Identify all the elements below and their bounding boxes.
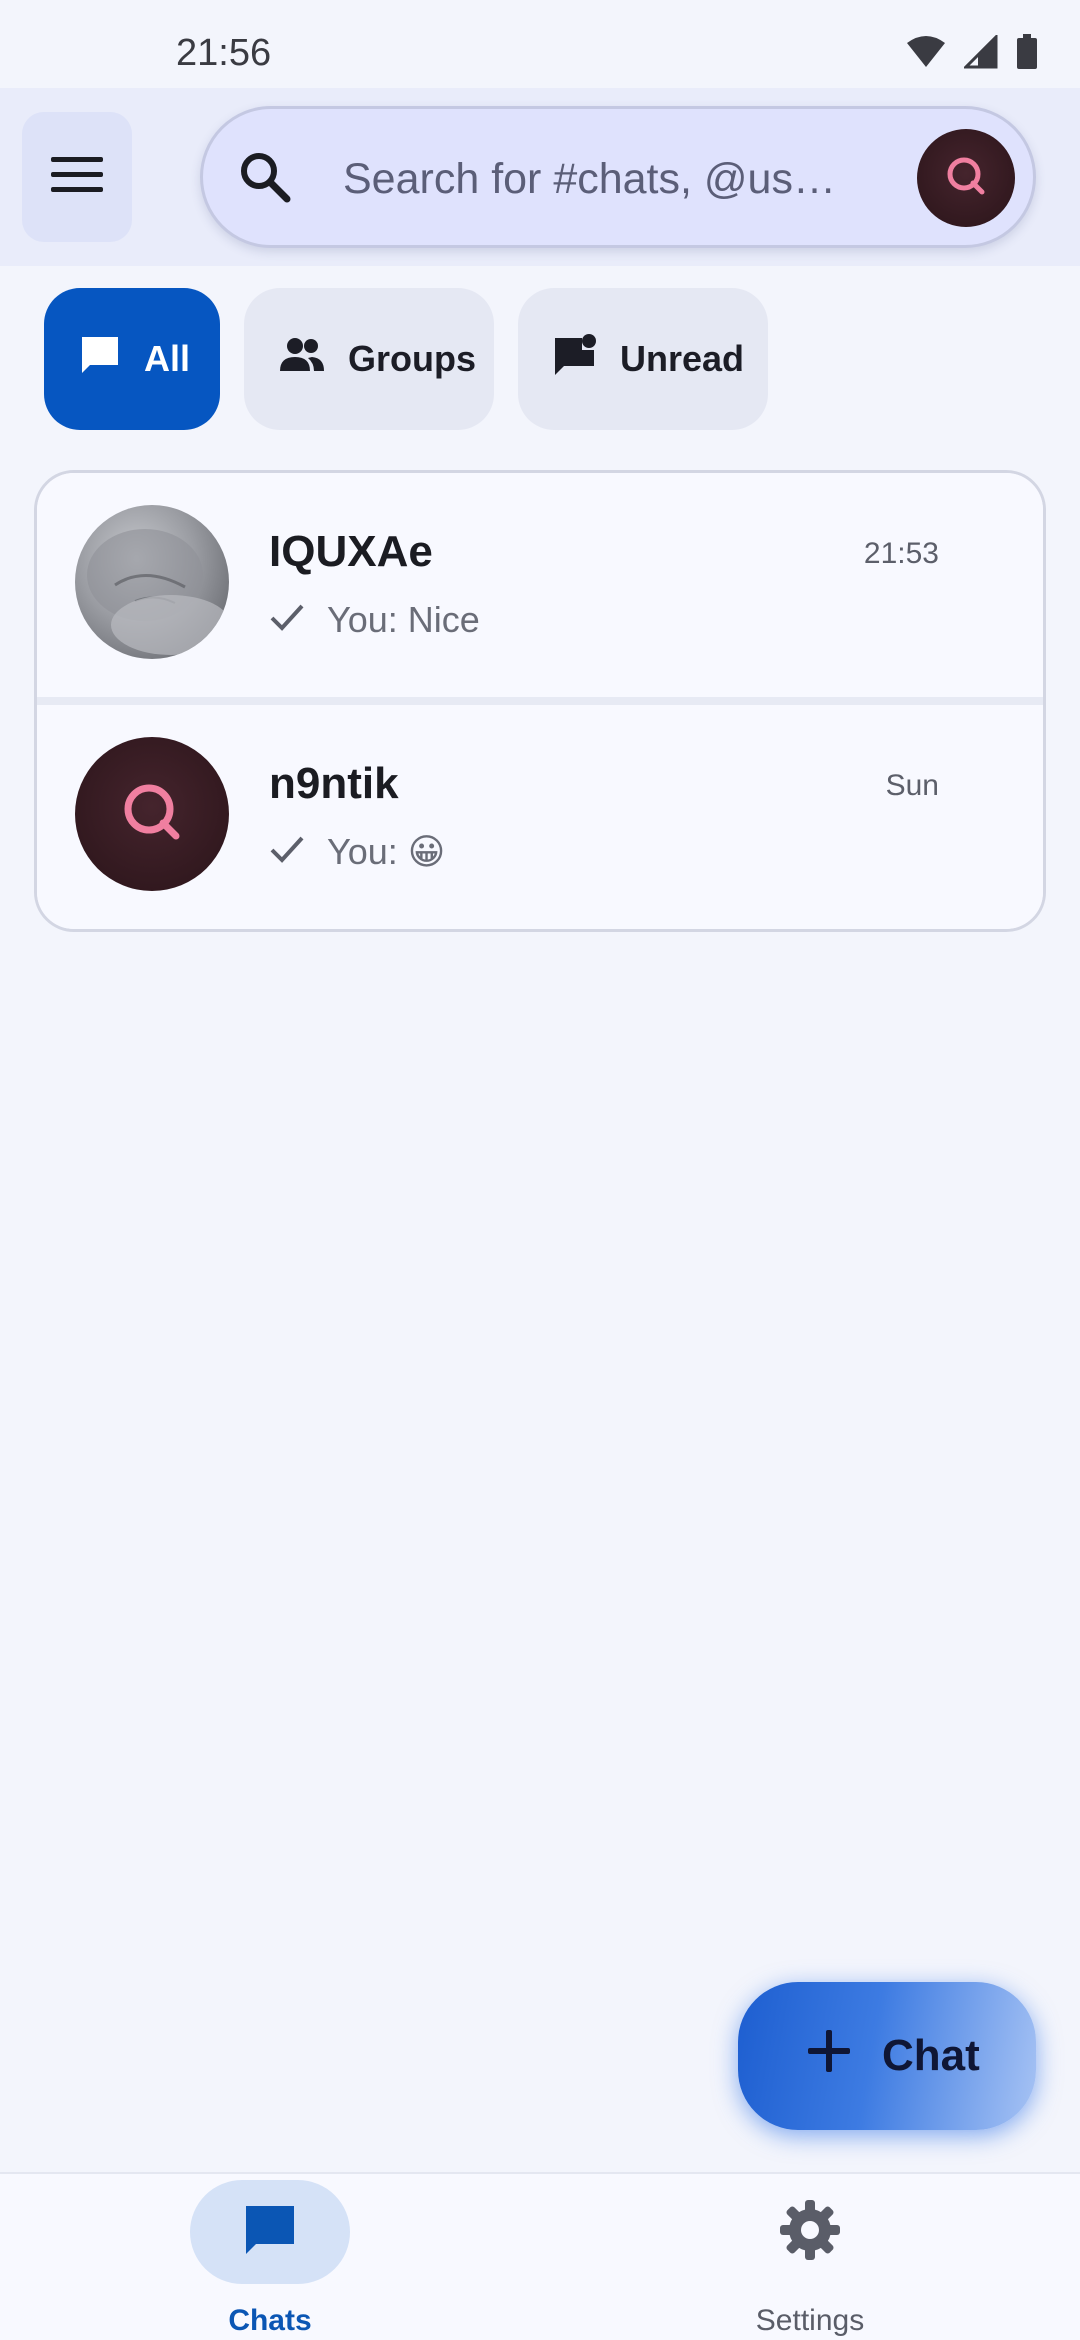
menu-button[interactable] [22, 112, 132, 242]
chat-time: Sun [885, 769, 939, 802]
nav-indicator [730, 2180, 890, 2284]
filter-chip-groups[interactable]: Groups [244, 288, 494, 430]
chat-avatar-photo [75, 505, 229, 659]
chat-preview: You: 😀 [269, 831, 445, 873]
groups-icon [278, 335, 326, 384]
battery-icon [1016, 34, 1038, 70]
status-bar: 21:56 [0, 0, 1080, 88]
chat-time: 21:53 [863, 537, 939, 570]
chat-bubble-icon [240, 2200, 300, 2265]
status-time: 21:56 [176, 32, 272, 74]
chat-preview: You: Nice [269, 599, 480, 641]
screen: 21:56 Search for #chats, @us… All Groups… [0, 0, 1080, 2340]
profile-avatar[interactable] [917, 129, 1015, 227]
check-icon [269, 599, 305, 641]
new-chat-label: Chat [882, 2031, 980, 2080]
nav-label: Settings [755, 2304, 865, 2337]
chat-bubble-icon [78, 333, 122, 386]
gear-icon [778, 2198, 842, 2267]
chat-preview-text: You: 😀 [327, 831, 446, 872]
filter-chip-all[interactable]: All [44, 288, 220, 430]
unread-chat-icon [552, 332, 598, 387]
filter-chip-label: Unread [620, 338, 745, 379]
q-logo-icon [944, 154, 988, 203]
chat-list-item-n9ntik[interactable]: n9ntik Sun You: 😀 [37, 697, 1043, 929]
search-icon [239, 151, 291, 208]
nav-item-chats[interactable]: Chats [120, 2180, 420, 2338]
new-chat-button[interactable]: Chat [738, 1982, 1036, 2130]
nav-indicator [190, 2180, 350, 2284]
check-icon [269, 831, 305, 873]
search-input[interactable] [343, 149, 863, 209]
chat-name: n9ntik [269, 759, 399, 808]
chat-name: IQUXAe [269, 527, 433, 576]
search-bar[interactable] [200, 106, 1036, 248]
filter-chip-unread[interactable]: Unread [518, 288, 768, 430]
bottom-navigation: Chats Settings [0, 2172, 1080, 2340]
chat-avatar-logo [75, 737, 229, 891]
plus-icon [806, 2028, 852, 2085]
chat-list: IQUXAe 21:53 You: Nice n9ntik Sun You: 😀 [34, 470, 1046, 932]
nav-label: Chats [228, 2304, 312, 2337]
nav-item-settings[interactable]: Settings [660, 2180, 960, 2338]
wifi-icon [906, 35, 946, 69]
filter-chip-label: Groups [348, 338, 477, 379]
chat-list-item-iquxae[interactable]: IQUXAe 21:53 You: Nice [37, 473, 1043, 697]
chat-preview-text: You: Nice [327, 599, 480, 640]
q-logo-icon [120, 780, 184, 849]
signal-icon [964, 35, 998, 69]
status-icons [906, 34, 1038, 70]
hamburger-menu-icon [51, 155, 103, 200]
filter-chips: All Groups Unread [44, 288, 768, 430]
filter-chip-label: All [144, 338, 191, 379]
